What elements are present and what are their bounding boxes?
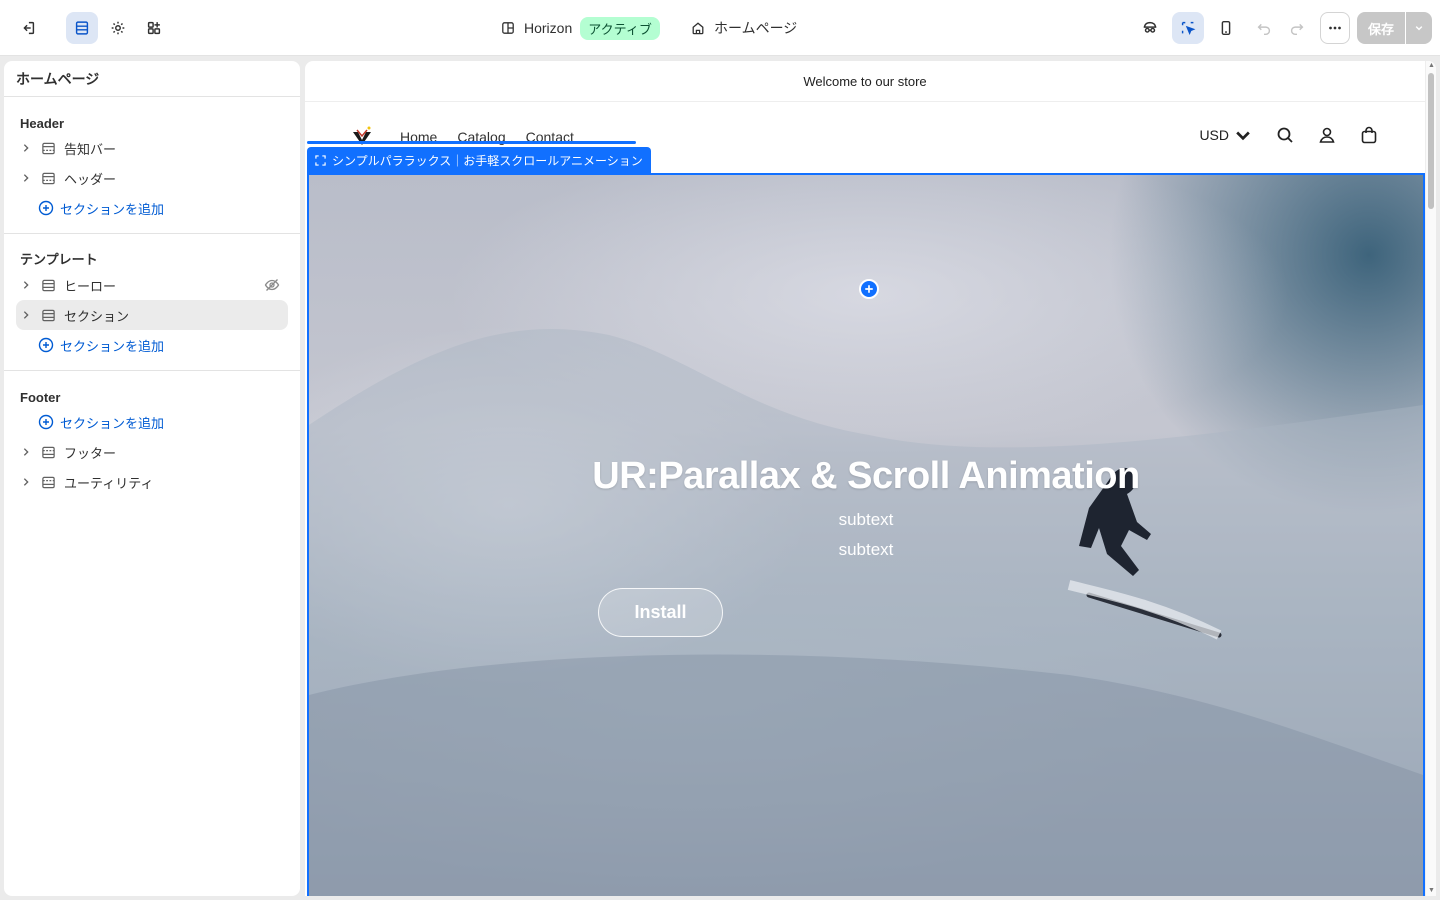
chevron-right-icon[interactable] bbox=[20, 279, 32, 291]
save-options-button[interactable] bbox=[1406, 12, 1432, 44]
template-group: テンプレート ヒーロー セクション セクションを追加 bbox=[4, 234, 300, 371]
chevron-right-icon[interactable] bbox=[20, 142, 32, 154]
sidebar-title: ホームページ bbox=[4, 61, 300, 97]
gear-icon[interactable] bbox=[102, 12, 134, 44]
plus-icon bbox=[865, 285, 873, 293]
add-section-label: セクションを追加 bbox=[60, 338, 165, 354]
section-group-icon bbox=[40, 474, 56, 490]
scroll-down-arrow[interactable]: ▼ bbox=[1427, 887, 1436, 895]
hero-section[interactable]: UR:Parallax & Scroll Animation subtext s… bbox=[307, 173, 1425, 896]
sidebar-item-label: フッター bbox=[64, 445, 117, 461]
cart-icon[interactable] bbox=[1359, 125, 1379, 145]
editor-topbar: Horizon アクティブ ホームページ 保存 bbox=[0, 0, 1440, 56]
more-actions-button[interactable] bbox=[1320, 12, 1350, 44]
sidebar-item-label: ヘッダー bbox=[64, 171, 117, 187]
sidebar-item-footer[interactable]: フッター bbox=[16, 437, 288, 467]
install-button[interactable]: Install bbox=[598, 588, 723, 637]
apps-icon[interactable] bbox=[138, 12, 170, 44]
group-title-header: Header bbox=[20, 116, 65, 131]
chevron-right-icon[interactable] bbox=[20, 309, 32, 321]
header-group: Header 告知バー ヘッダー セクションを追加 bbox=[4, 97, 300, 234]
group-title-footer: Footer bbox=[20, 390, 61, 405]
sidebar-item-label: ユーティリティ bbox=[64, 475, 154, 491]
currency-selector[interactable]: USD bbox=[1199, 125, 1253, 145]
undo-icon[interactable] bbox=[1248, 12, 1280, 44]
sidebar-item-label: 告知バー bbox=[64, 141, 117, 157]
sidebar-item-label: セクション bbox=[64, 308, 130, 324]
scroll-thumb[interactable] bbox=[1428, 73, 1434, 209]
select-frame-icon bbox=[315, 155, 326, 166]
scroll-up-arrow[interactable]: ▲ bbox=[1427, 62, 1436, 70]
hero-subtext: subtext bbox=[838, 540, 894, 559]
theme-name: Horizon bbox=[524, 20, 573, 36]
section-icon bbox=[40, 277, 56, 293]
chevron-right-icon[interactable] bbox=[20, 446, 32, 458]
selected-section-tag[interactable]: シンプルパララックス｜お手軽スクロールアニメーション bbox=[307, 147, 651, 174]
chevron-down-icon bbox=[1236, 131, 1250, 141]
search-icon[interactable] bbox=[1275, 125, 1295, 145]
section-group-icon bbox=[40, 140, 56, 156]
add-section-label: セクションを追加 bbox=[60, 201, 165, 217]
currency-label: USD bbox=[1199, 127, 1229, 143]
hero-title: UR:Parallax & Scroll Animation bbox=[592, 455, 1140, 497]
eye-slash-icon[interactable] bbox=[264, 277, 280, 293]
chevron-right-icon[interactable] bbox=[20, 476, 32, 488]
page-name: ホームページ bbox=[714, 20, 798, 36]
status-badge: アクティブ bbox=[580, 16, 660, 40]
sidebar-item-announcement-bar[interactable]: 告知バー bbox=[16, 133, 288, 163]
inspector-icon[interactable] bbox=[1134, 12, 1166, 44]
selection-outline-top bbox=[307, 141, 636, 144]
preview-scrollbar[interactable]: ▲ ▼ bbox=[1425, 61, 1436, 896]
plus-circle-icon bbox=[38, 414, 54, 430]
sections-icon[interactable] bbox=[66, 12, 98, 44]
sidebar-item-label: ヒーロー bbox=[64, 278, 117, 294]
sidebar-item-section[interactable]: セクション bbox=[16, 300, 288, 330]
sidebar-item-utility[interactable]: ユーティリティ bbox=[16, 467, 288, 497]
sections-sidebar: ホームページ Header 告知バー ヘッダー セクションを追加 テンプレート … bbox=[4, 61, 300, 896]
chevron-down-icon bbox=[1415, 26, 1423, 31]
add-section-label: セクションを追加 bbox=[60, 415, 165, 431]
plus-circle-icon bbox=[38, 200, 54, 216]
add-section-button-template[interactable]: セクションを追加 bbox=[16, 330, 288, 360]
chevron-right-icon[interactable] bbox=[20, 172, 32, 184]
save-button[interactable]: 保存 bbox=[1357, 12, 1405, 44]
header-actions: USD bbox=[1199, 125, 1379, 145]
select-cursor-icon[interactable] bbox=[1172, 12, 1204, 44]
add-section-plus-button[interactable] bbox=[859, 279, 879, 299]
home-icon bbox=[692, 22, 704, 35]
selected-section-label: シンプルパララックス｜お手軽スクロールアニメーション bbox=[332, 154, 643, 168]
footer-group: Footer セクションを追加 フッター ユーティリティ bbox=[4, 371, 300, 507]
mobile-preview-icon[interactable] bbox=[1210, 12, 1242, 44]
theme-selector[interactable]: Horizon アクティブ bbox=[500, 0, 660, 56]
account-icon[interactable] bbox=[1317, 125, 1337, 145]
sidebar-item-header[interactable]: ヘッダー bbox=[16, 163, 288, 193]
announcement-text: Welcome to our store bbox=[803, 73, 927, 89]
ellipsis-icon bbox=[1329, 26, 1341, 30]
layout-icon bbox=[502, 22, 514, 34]
store-preview: Welcome to our store Home Catalog Contac… bbox=[305, 61, 1436, 896]
add-section-button-header[interactable]: セクションを追加 bbox=[16, 193, 288, 223]
section-group-icon bbox=[40, 170, 56, 186]
exit-icon[interactable] bbox=[12, 12, 44, 44]
page-selector[interactable]: ホームページ bbox=[690, 0, 797, 56]
plus-circle-icon bbox=[38, 337, 54, 353]
hero-subtext: subtext bbox=[838, 510, 894, 529]
announcement-bar[interactable]: Welcome to our store bbox=[305, 61, 1425, 102]
redo-icon[interactable] bbox=[1281, 12, 1313, 44]
add-section-button-footer[interactable]: セクションを追加 bbox=[16, 407, 288, 437]
section-icon bbox=[40, 307, 56, 323]
group-title-template: テンプレート bbox=[20, 252, 98, 267]
section-group-icon bbox=[40, 444, 56, 460]
sidebar-item-hero[interactable]: ヒーロー bbox=[16, 270, 288, 300]
